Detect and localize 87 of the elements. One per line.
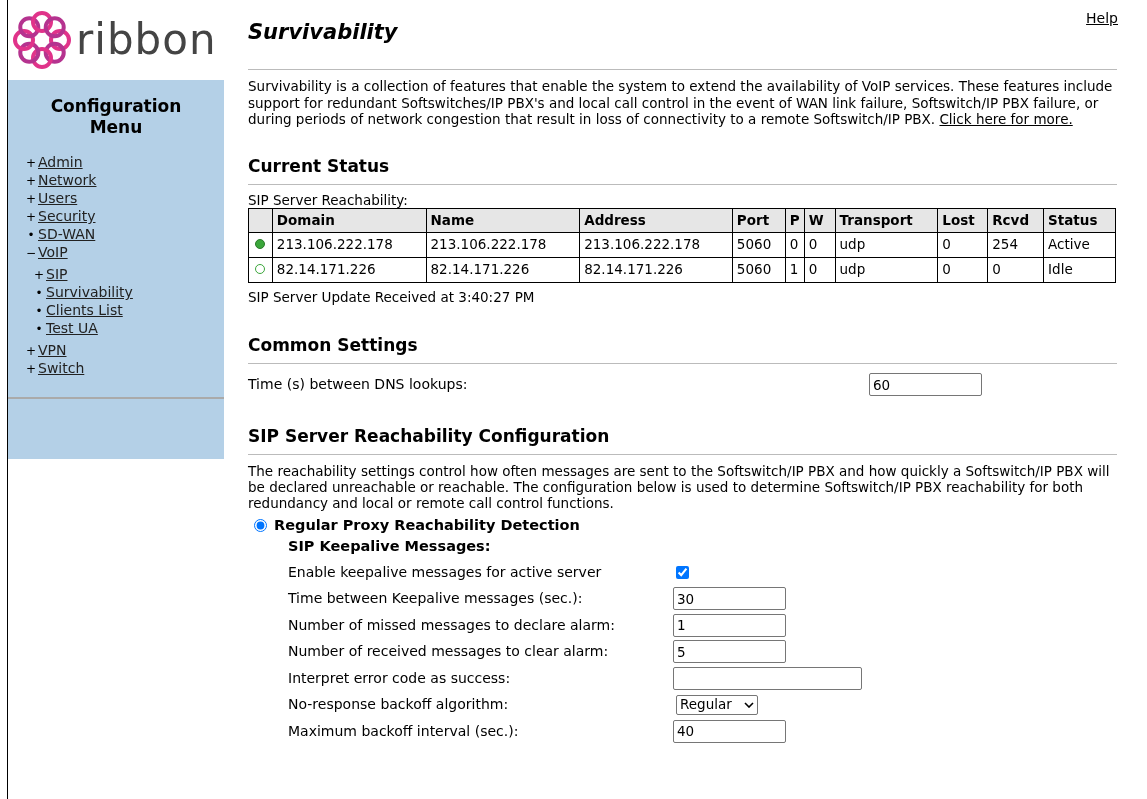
table-cell: 5060 [732,232,786,257]
table-cell: 254 [987,232,1044,257]
table-cell: 0 [804,232,836,257]
select-dropdown[interactable]: Regular [676,694,758,715]
logo-wordmark: ribbon [76,19,217,61]
update-note: SIP Server Update Received at 3:40:27 PM [248,287,536,307]
menu-link[interactable]: Admin [38,154,83,171]
field-label: Interpret error code as success: [288,668,512,688]
input-field[interactable] [673,666,862,690]
menu-link[interactable]: Test UA [46,320,98,337]
table-cell: 0 [937,232,988,257]
table-cell: udp [835,232,938,257]
menu-link[interactable]: SIP [46,266,68,283]
menu-bullet: + [26,343,36,360]
menu-bullet: + [26,209,36,226]
column-header: W [804,208,836,232]
section-heading: Common Settings [248,334,419,355]
menu-bullet: + [26,155,36,172]
menu-link[interactable]: Security [38,208,96,225]
table-cell: 0 [937,257,988,282]
table-cell: 82.14.171.226 [272,257,426,282]
menu-bullet: − [26,245,36,262]
field-label: Number of received messages to clear alarm: [288,642,610,661]
menu-link[interactable]: VoIP [38,244,68,261]
description-text: Survivability is a collection of features that enable the system to extend the availability of VoIP services. These features include support for redundant Softswitches/IP PBX's and local call control in the event of WAN link failure, Softswitch/IP PBX failure, or during periods of network congestion that result in loss of connectivity to a remote Softswitch/IP PBX. Click here for more. [248,78,1114,128]
menu-bullet: + [34,267,44,284]
table-cell: Idle [1043,257,1116,282]
menu-bullet: • [34,321,44,338]
input-field[interactable]: 5 [673,640,786,663]
reachability-description: The reachability settings control how often messages are sent to the Softswitch/IP PBX and how quickly a Softswitch/IP PBX will be declared unreachable or reachable. The configuration below is used to determine Softswitch/IP PBX reachability for both redundancy and local or remote call control functions. [248,462,1111,511]
radio-button[interactable] [254,519,267,533]
column-header: Name [426,208,580,232]
menu-link[interactable]: Users [38,190,78,207]
field-label: Maximum backoff interval (sec.): [288,721,520,741]
input-field[interactable]: 60 [869,373,982,397]
column-header: Port [732,208,786,232]
field-label: Number of missed messages to declare alarm: [288,615,616,635]
field-label: No-response backoff algorithm: [288,695,510,714]
menu-link[interactable]: SD-WAN [38,226,96,243]
table-cell: 213.106.222.178 [272,232,426,257]
menu-bullet: + [26,173,36,190]
section-heading: Current Status [248,155,391,176]
menu-bullet: • [34,285,44,302]
sidebar-title: Configuration Menu [49,96,183,138]
column-header: Rcvd [987,208,1044,232]
logo-ring-icon [12,10,72,70]
table-cell: 5060 [732,257,786,282]
field-label: Time between Keepalive messages (sec.): [288,589,584,608]
table-cell: 0 [804,257,836,282]
table-cell: 213.106.222.178 [579,232,733,257]
table-cell: 82.14.171.226 [579,257,733,282]
table-cell: 82.14.171.226 [426,257,580,282]
menu-bullet: • [26,227,36,244]
menu-link[interactable]: Switch [38,360,85,377]
column-header: Address [579,208,733,232]
column-header: Transport [835,208,938,232]
help-link[interactable]: Help [1086,8,1118,29]
menu-link[interactable]: Network [38,172,97,189]
menu-bullet: + [26,191,36,208]
field-label: Enable keepalive messages for active server [288,562,603,582]
menu-link[interactable]: Survivability [46,284,133,301]
column-header: P [785,208,805,232]
menu-link[interactable]: Clients List [46,302,123,319]
menu-link[interactable]: VPN [38,342,67,359]
checkbox[interactable] [676,565,689,579]
radio-label: Regular Proxy Reachability Detection [274,515,580,535]
menu-bullet: • [34,303,44,320]
column-header: Domain [272,208,426,232]
menu-bullet: + [26,361,36,378]
column-header: Lost [937,208,988,232]
page-title: Survivability [248,20,399,44]
table-cell: 0 [785,232,805,257]
more-info-link[interactable]: Click here for more. [939,111,1073,127]
table-cell: Active [1043,232,1116,257]
table-cell: 213.106.222.178 [426,232,580,257]
table-cell: 0 [987,257,1044,282]
input-field[interactable]: 40 [673,719,786,743]
field-label: Time (s) between DNS lookups: [248,375,469,395]
input-field[interactable]: 1 [673,613,786,637]
section-heading: SIP Server Reachability Configuration [248,425,611,446]
input-field[interactable]: 30 [673,587,786,610]
column-header: Status [1043,208,1116,232]
table-caption: SIP Server Reachability: [248,192,409,208]
table-cell: 1 [785,257,805,282]
chevron-down-icon [744,701,754,708]
table-cell: udp [835,257,938,282]
subheading: SIP Keepalive Messages: [288,537,492,557]
